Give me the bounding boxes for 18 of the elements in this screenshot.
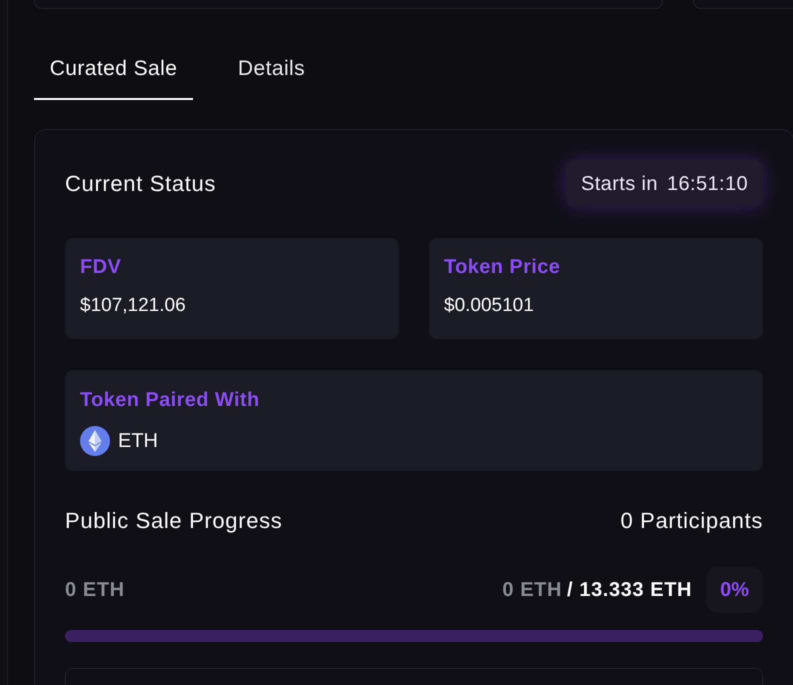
percent-badge: 0%: [706, 567, 763, 613]
tab[interactable]: Details: [222, 40, 321, 100]
countdown-label: Starts in: [580, 172, 658, 196]
current-amount: 0 ETH: [502, 578, 562, 603]
raised-amount: 0 ETH: [65, 578, 125, 603]
stat-label: Token Price: [444, 255, 562, 279]
paired-label: Token Paired With: [80, 388, 261, 412]
stat-value: $0.005101: [444, 294, 535, 318]
token-name: ETH: [118, 429, 158, 454]
participants-count: 0 Participants: [620, 506, 763, 535]
section-title: Current Status: [65, 170, 216, 198]
ethereum-coin-icon: [80, 426, 110, 456]
stat-label: FDV: [80, 255, 122, 279]
countdown-time: 16:51:10: [666, 172, 748, 196]
tab[interactable]: Curated Sale: [34, 40, 193, 100]
target-amount: / 13.333 ETH: [567, 578, 692, 603]
stat-value: $107,121.06: [80, 294, 187, 318]
section-title: Public Sale Progress: [65, 506, 282, 535]
